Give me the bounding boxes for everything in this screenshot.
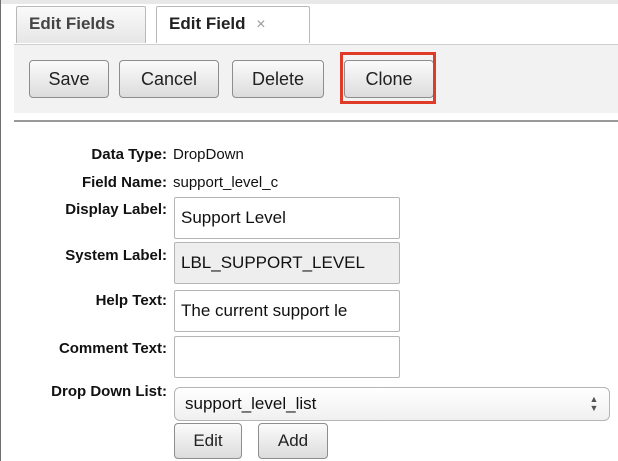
edit-list-button[interactable]: Edit <box>174 423 242 459</box>
system-label-input[interactable]: LBL_SUPPORT_LEVEL <box>174 242 400 284</box>
help-text-label: Help Text: <box>95 292 167 309</box>
drop-down-list-label: Drop Down List: <box>51 383 167 400</box>
action-toolbar: Save Cancel Delete Clone <box>14 44 618 113</box>
select-arrows-icon: ▲ ▼ <box>589 394 599 413</box>
comment-text-input[interactable] <box>174 336 400 378</box>
comment-text-label: Comment Text: <box>58 340 167 357</box>
clone-button[interactable]: Clone <box>344 60 434 98</box>
display-label-input[interactable]: Support Level <box>174 197 400 239</box>
add-list-button[interactable]: Add <box>258 423 328 459</box>
display-label-label: Display Label: <box>65 201 167 218</box>
save-button[interactable]: Save <box>29 60 109 98</box>
divider <box>14 120 618 122</box>
system-label-label: System Label: <box>65 247 167 264</box>
drop-down-list-select[interactable]: support_level_list ▲ ▼ <box>174 387 610 421</box>
delete-button[interactable]: Delete <box>232 60 324 98</box>
help-text-input[interactable]: The current support le <box>174 290 400 332</box>
tab-label: Edit Fields <box>29 14 115 33</box>
field-name-label: Field Name: <box>81 174 167 191</box>
field-name-value: support_level_c <box>173 174 279 191</box>
cancel-button[interactable]: Cancel <box>119 60 219 98</box>
data-type-value: DropDown <box>173 146 244 163</box>
tab-edit-field[interactable]: Edit Field × <box>156 6 310 43</box>
tab-label: Edit Field <box>169 14 246 33</box>
left-border <box>0 0 1 461</box>
data-type-label: Data Type: <box>91 146 167 163</box>
tab-edit-fields[interactable]: Edit Fields <box>16 6 146 43</box>
close-icon[interactable]: × <box>256 16 265 33</box>
tab-bar: Edit Fields Edit Field × <box>2 3 618 43</box>
drop-down-list-value: support_level_list <box>185 394 317 413</box>
